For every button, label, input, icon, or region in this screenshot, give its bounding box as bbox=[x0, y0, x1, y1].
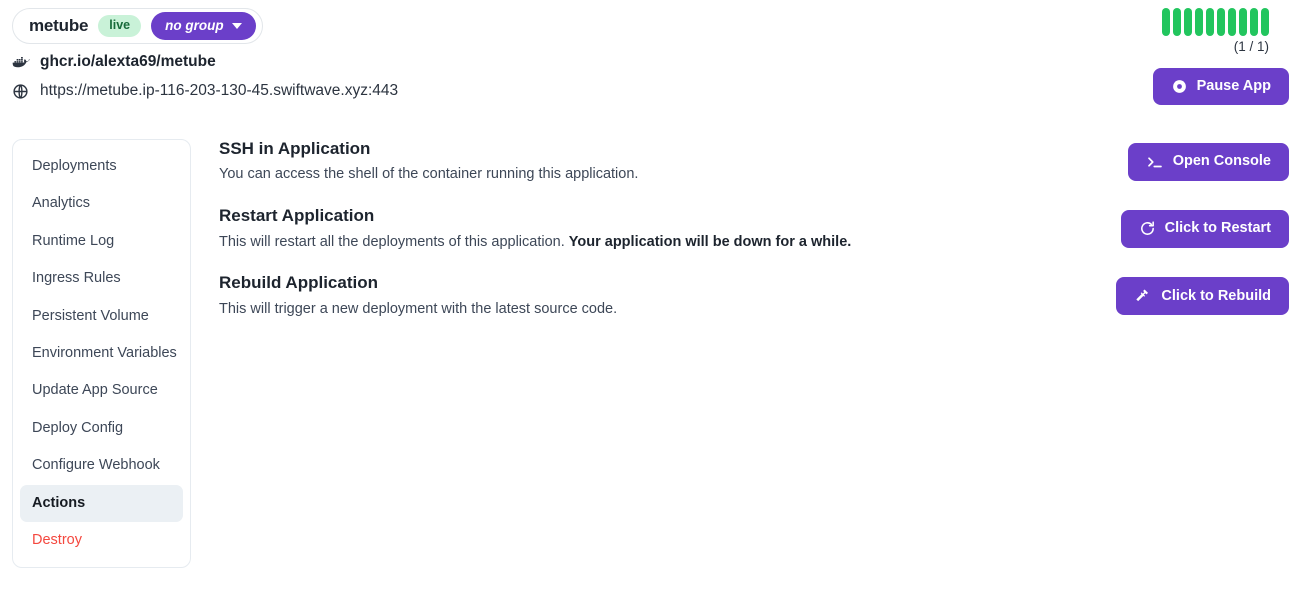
action-description: This will trigger a new deployment with … bbox=[219, 300, 617, 319]
replica-count: (1 / 1) bbox=[1233, 39, 1269, 54]
action-button-label: Click to Restart bbox=[1164, 220, 1271, 237]
app-name: metube bbox=[29, 16, 89, 35]
sidebar: Deployments Analytics Runtime Log Ingress R… bbox=[12, 139, 191, 569]
action-button-label: Open Console bbox=[1172, 153, 1271, 170]
replica-bar bbox=[1206, 8, 1214, 36]
app-url[interactable]: https://metube.ip-116-203-130-45.swiftwa… bbox=[40, 82, 398, 100]
container-image: ghcr.io/alexta69/metube bbox=[40, 53, 216, 70]
action-button-cell: Click to Restart bbox=[1120, 206, 1289, 248]
sidebar-item-update-app-source[interactable]: Update App Source bbox=[20, 372, 183, 409]
sidebar-item-label: Configure Webhook bbox=[32, 457, 160, 474]
sidebar-item-configure-webhook[interactable]: Configure Webhook bbox=[20, 447, 183, 484]
action-text-block: SSH in Application You can access the she… bbox=[219, 139, 638, 184]
sidebar-item-label: Runtime Log bbox=[32, 232, 115, 249]
replica-bar bbox=[1162, 8, 1170, 36]
replica-bar bbox=[1184, 8, 1192, 36]
sidebar-item-label: Persistent Volume bbox=[32, 307, 149, 324]
replica-bar bbox=[1217, 8, 1225, 36]
sidebar-item-environment-variables[interactable]: Environment Variables bbox=[20, 335, 183, 372]
action-title: Restart Application bbox=[219, 206, 375, 226]
replica-bar bbox=[1261, 8, 1269, 36]
refresh-icon bbox=[1139, 220, 1156, 237]
action-description-emphasis: Your application will be down for a whil… bbox=[568, 233, 852, 250]
action-row: SSH in Application You can access the she… bbox=[219, 139, 1289, 184]
status-badge: live bbox=[98, 15, 142, 37]
sidebar-item-label: Actions bbox=[32, 494, 86, 511]
sidebar-item-label: Deploy Config bbox=[32, 419, 124, 436]
action-button-label: Click to Rebuild bbox=[1161, 287, 1271, 304]
sidebar-item-ingress-rules[interactable]: Ingress Rules bbox=[20, 260, 183, 297]
sidebar-item-label: Deployments bbox=[32, 158, 117, 174]
app-header: metube live no group ghcr.io/alexta69/me… bbox=[0, 0, 1307, 125]
group-selector[interactable]: no group bbox=[151, 11, 256, 41]
sidebar-item-label: Analytics bbox=[32, 195, 91, 212]
actions-panel: SSH in Application You can access the she… bbox=[191, 125, 1289, 341]
terminal-icon bbox=[1146, 153, 1164, 171]
globe-icon bbox=[10, 81, 30, 101]
sidebar-item-persistent-volume[interactable]: Persistent Volume bbox=[20, 298, 183, 335]
chevron-down-icon bbox=[231, 23, 242, 29]
action-title: Rebuild Application bbox=[219, 273, 378, 293]
docker-whale-icon bbox=[10, 52, 30, 72]
action-title: SSH in Application bbox=[219, 139, 371, 158]
page-body: Deployments Analytics Runtime Log Ingress R… bbox=[0, 125, 1307, 569]
open-console-button[interactable]: Open Console bbox=[1127, 143, 1289, 181]
app-title-pill: metube live no group bbox=[12, 8, 263, 44]
action-description: You can access the shell of the containe… bbox=[219, 165, 638, 184]
sidebar-item-deployments[interactable]: Deployments bbox=[20, 148, 183, 185]
sidebar-item-label: Destroy bbox=[32, 531, 82, 548]
action-text-block: Rebuild Application This will trigger a n… bbox=[219, 273, 617, 318]
pause-circle-icon bbox=[1171, 78, 1188, 95]
sidebar-item-analytics[interactable]: Analytics bbox=[20, 185, 183, 222]
action-description-text: This will restart all the deployments of… bbox=[219, 233, 569, 250]
action-row: Restart Application This will restart all… bbox=[219, 206, 1289, 251]
replica-bar bbox=[1239, 8, 1247, 36]
action-description-text: This will trigger a new deployment with … bbox=[219, 300, 618, 317]
action-row: Rebuild Application This will trigger a n… bbox=[219, 273, 1289, 318]
sidebar-item-destroy[interactable]: Destroy bbox=[20, 522, 183, 559]
sidebar-item-deploy-config[interactable]: Deploy Config bbox=[20, 410, 183, 447]
replica-bar bbox=[1228, 8, 1236, 36]
sidebar-item-actions[interactable]: Actions bbox=[20, 484, 183, 522]
replica-status-bars bbox=[1029, 8, 1289, 36]
sidebar-item-runtime-log[interactable]: Runtime Log bbox=[20, 223, 183, 260]
sidebar-item-label: Environment Variables bbox=[32, 344, 177, 361]
hammer-icon bbox=[1134, 287, 1152, 305]
action-description: This will restart all the deployments of… bbox=[219, 233, 851, 252]
group-selector-label: no group bbox=[165, 17, 224, 33]
header-right-panel: (1 / 1) Pause App bbox=[1029, 8, 1289, 106]
click-to-rebuild-button[interactable]: Click to Rebuild bbox=[1116, 277, 1289, 316]
replica-bar bbox=[1195, 8, 1203, 36]
action-button-cell: Open Console bbox=[1127, 139, 1289, 181]
action-button-cell: Click to Rebuild bbox=[1116, 273, 1289, 316]
pause-app-label: Pause App bbox=[1196, 78, 1271, 94]
action-description-text: You can access the shell of the containe… bbox=[219, 166, 639, 183]
replica-bar bbox=[1173, 8, 1181, 36]
sidebar-item-label: Ingress Rules bbox=[32, 270, 121, 287]
click-to-restart-button[interactable]: Click to Restart bbox=[1120, 210, 1289, 248]
pause-app-button[interactable]: Pause App bbox=[1152, 68, 1289, 106]
action-text-block: Restart Application This will restart all… bbox=[219, 206, 851, 251]
sidebar-item-label: Update App Source bbox=[32, 382, 158, 399]
replica-bar bbox=[1250, 8, 1258, 36]
